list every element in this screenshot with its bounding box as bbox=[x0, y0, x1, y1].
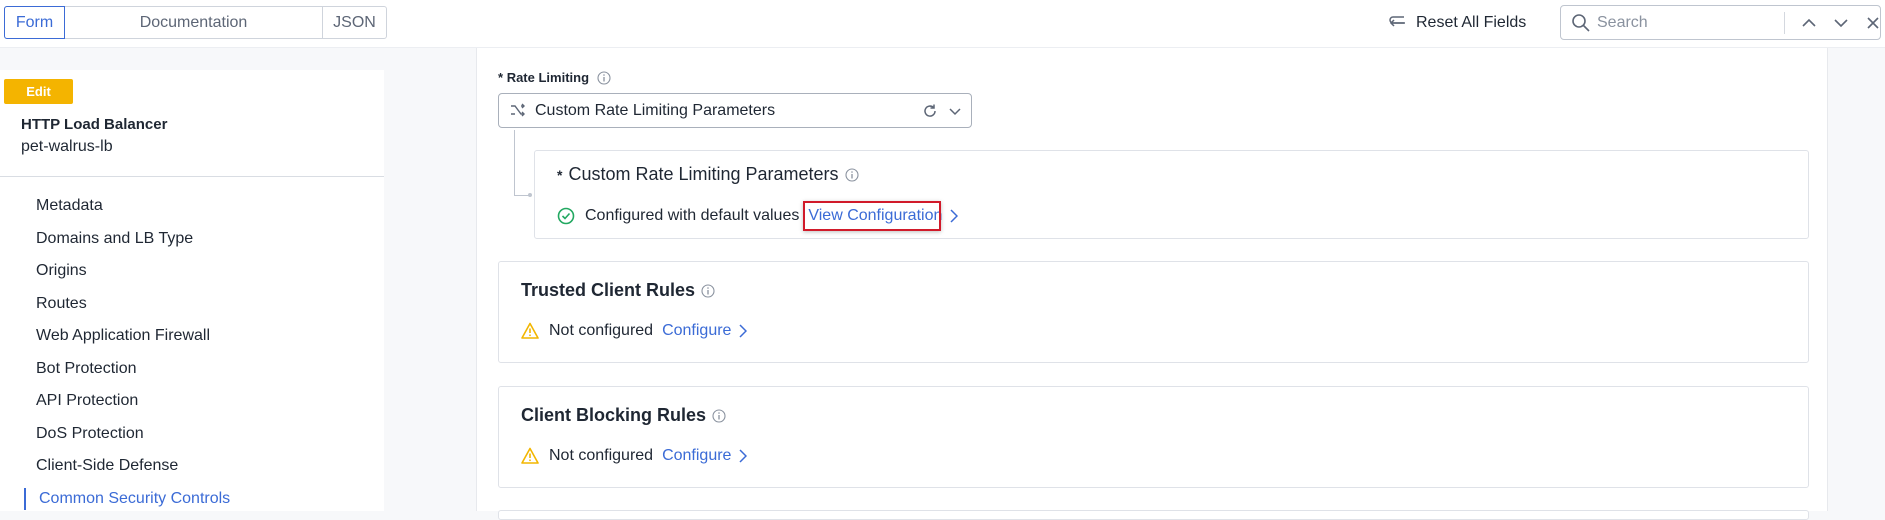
section-nav: Metadata Domains and LB Type Origins Rou… bbox=[0, 190, 384, 515]
client-blocking-rules-title-text: Client Blocking Rules bbox=[521, 405, 707, 425]
rate-limiting-selected-value: Custom Rate Limiting Parameters bbox=[535, 101, 776, 119]
rate-limiting-label-text: Rate Limiting bbox=[506, 70, 590, 85]
trusted-client-rules-status: Not configured Configure bbox=[521, 322, 748, 340]
info-icon[interactable] bbox=[701, 283, 715, 298]
configure-trusted-client-rules-link[interactable]: Configure bbox=[662, 322, 748, 340]
close-icon bbox=[1867, 17, 1879, 29]
configure-label: Configure bbox=[662, 447, 732, 464]
client-blocking-rules-status: Not configured Configure bbox=[521, 447, 748, 465]
required-mark: * bbox=[498, 70, 504, 85]
refresh-icon[interactable] bbox=[922, 103, 938, 119]
sidebar-item-web-application-firewall[interactable]: Web Application Firewall bbox=[0, 320, 384, 353]
client-blocking-rules-title: Client Blocking Rules bbox=[521, 405, 726, 426]
custom-rate-limiting-status-text: Configured with default values bbox=[585, 207, 800, 224]
trusted-client-rules-status-text: Not configured bbox=[549, 322, 654, 339]
top-toolbar: Form Documentation JSON Reset All Fields bbox=[0, 0, 1885, 48]
search-divider bbox=[1784, 12, 1785, 34]
warning-icon bbox=[521, 322, 539, 339]
tab-documentation[interactable]: Documentation bbox=[65, 7, 323, 38]
chevron-up-icon bbox=[1802, 18, 1816, 27]
sidebar-item-domains-and-lb-type[interactable]: Domains and LB Type bbox=[0, 223, 384, 256]
search-navigation bbox=[1797, 13, 1885, 33]
custom-rate-limiting-title-text: Custom Rate Limiting Parameters bbox=[568, 164, 839, 184]
sidebar: Edit HTTP Load Balancer pet-walrus-lb Me… bbox=[0, 70, 384, 511]
next-section-card bbox=[498, 510, 1809, 520]
sidebar-item-api-protection[interactable]: API Protection bbox=[0, 385, 384, 418]
object-type: HTTP Load Balancer bbox=[21, 116, 168, 133]
close-search-button[interactable] bbox=[1861, 13, 1885, 33]
chevron-right-icon bbox=[950, 209, 959, 223]
sidebar-item-bot-protection[interactable]: Bot Protection bbox=[0, 353, 384, 386]
tree-connector bbox=[514, 130, 515, 196]
reset-all-fields-label: Reset All Fields bbox=[1416, 14, 1527, 31]
highlight-box bbox=[803, 201, 941, 231]
sidebar-item-common-security-controls[interactable]: Common Security Controls bbox=[0, 483, 384, 516]
previous-match-button[interactable] bbox=[1797, 13, 1821, 33]
search-box bbox=[1560, 5, 1881, 40]
sidebar-item-dos-protection[interactable]: DoS Protection bbox=[0, 418, 384, 451]
sidebar-item-metadata[interactable]: Metadata bbox=[0, 190, 384, 223]
chevron-right-icon bbox=[739, 324, 748, 338]
next-match-button[interactable] bbox=[1829, 13, 1853, 33]
warning-icon bbox=[521, 447, 539, 464]
search-input[interactable] bbox=[1597, 13, 1777, 32]
custom-rate-limiting-card: * Custom Rate Limiting Parameters Config… bbox=[534, 150, 1809, 239]
reset-icon bbox=[1389, 16, 1405, 27]
rate-limiting-select[interactable]: Custom Rate Limiting Parameters bbox=[498, 93, 972, 128]
view-mode-tabs: Form Documentation JSON bbox=[4, 6, 387, 39]
configure-label: Configure bbox=[662, 322, 732, 339]
tab-form[interactable]: Form bbox=[4, 6, 65, 39]
sidebar-item-origins[interactable]: Origins bbox=[0, 255, 384, 288]
info-icon[interactable] bbox=[597, 70, 611, 85]
info-icon[interactable] bbox=[712, 408, 726, 423]
client-blocking-rules-status-text: Not configured bbox=[549, 447, 654, 464]
trusted-client-rules-title-text: Trusted Client Rules bbox=[521, 280, 696, 300]
edit-mode-badge: Edit bbox=[4, 79, 73, 104]
rate-limiting-label: * Rate Limiting bbox=[498, 70, 611, 85]
client-blocking-rules-card: Client Blocking Rules Not configured Con… bbox=[498, 386, 1809, 488]
tree-connector-dot bbox=[528, 193, 532, 197]
object-name: pet-walrus-lb bbox=[21, 138, 113, 155]
tab-json[interactable]: JSON bbox=[323, 7, 386, 38]
chevron-down-icon bbox=[1834, 19, 1848, 28]
chevron-right-icon bbox=[739, 449, 748, 463]
chevron-down-icon bbox=[949, 108, 961, 116]
reset-all-fields-button[interactable]: Reset All Fields bbox=[1388, 10, 1526, 36]
trusted-client-rules-title: Trusted Client Rules bbox=[521, 280, 715, 301]
sidebar-item-client-side-defense[interactable]: Client-Side Defense bbox=[0, 450, 384, 483]
sidebar-divider bbox=[0, 176, 384, 177]
branch-icon bbox=[511, 103, 525, 116]
form-content: * Rate Limiting Custom Rate Limiting Par… bbox=[476, 48, 1828, 520]
required-mark: * bbox=[557, 166, 563, 183]
search-icon bbox=[1572, 13, 1590, 32]
custom-rate-limiting-title: * Custom Rate Limiting Parameters bbox=[557, 164, 859, 185]
configure-client-blocking-rules-link[interactable]: Configure bbox=[662, 447, 748, 465]
sidebar-item-routes[interactable]: Routes bbox=[0, 288, 384, 321]
check-circle-icon bbox=[557, 207, 575, 225]
trusted-client-rules-card: Trusted Client Rules Not configured Conf… bbox=[498, 261, 1809, 363]
info-icon[interactable] bbox=[845, 167, 859, 182]
